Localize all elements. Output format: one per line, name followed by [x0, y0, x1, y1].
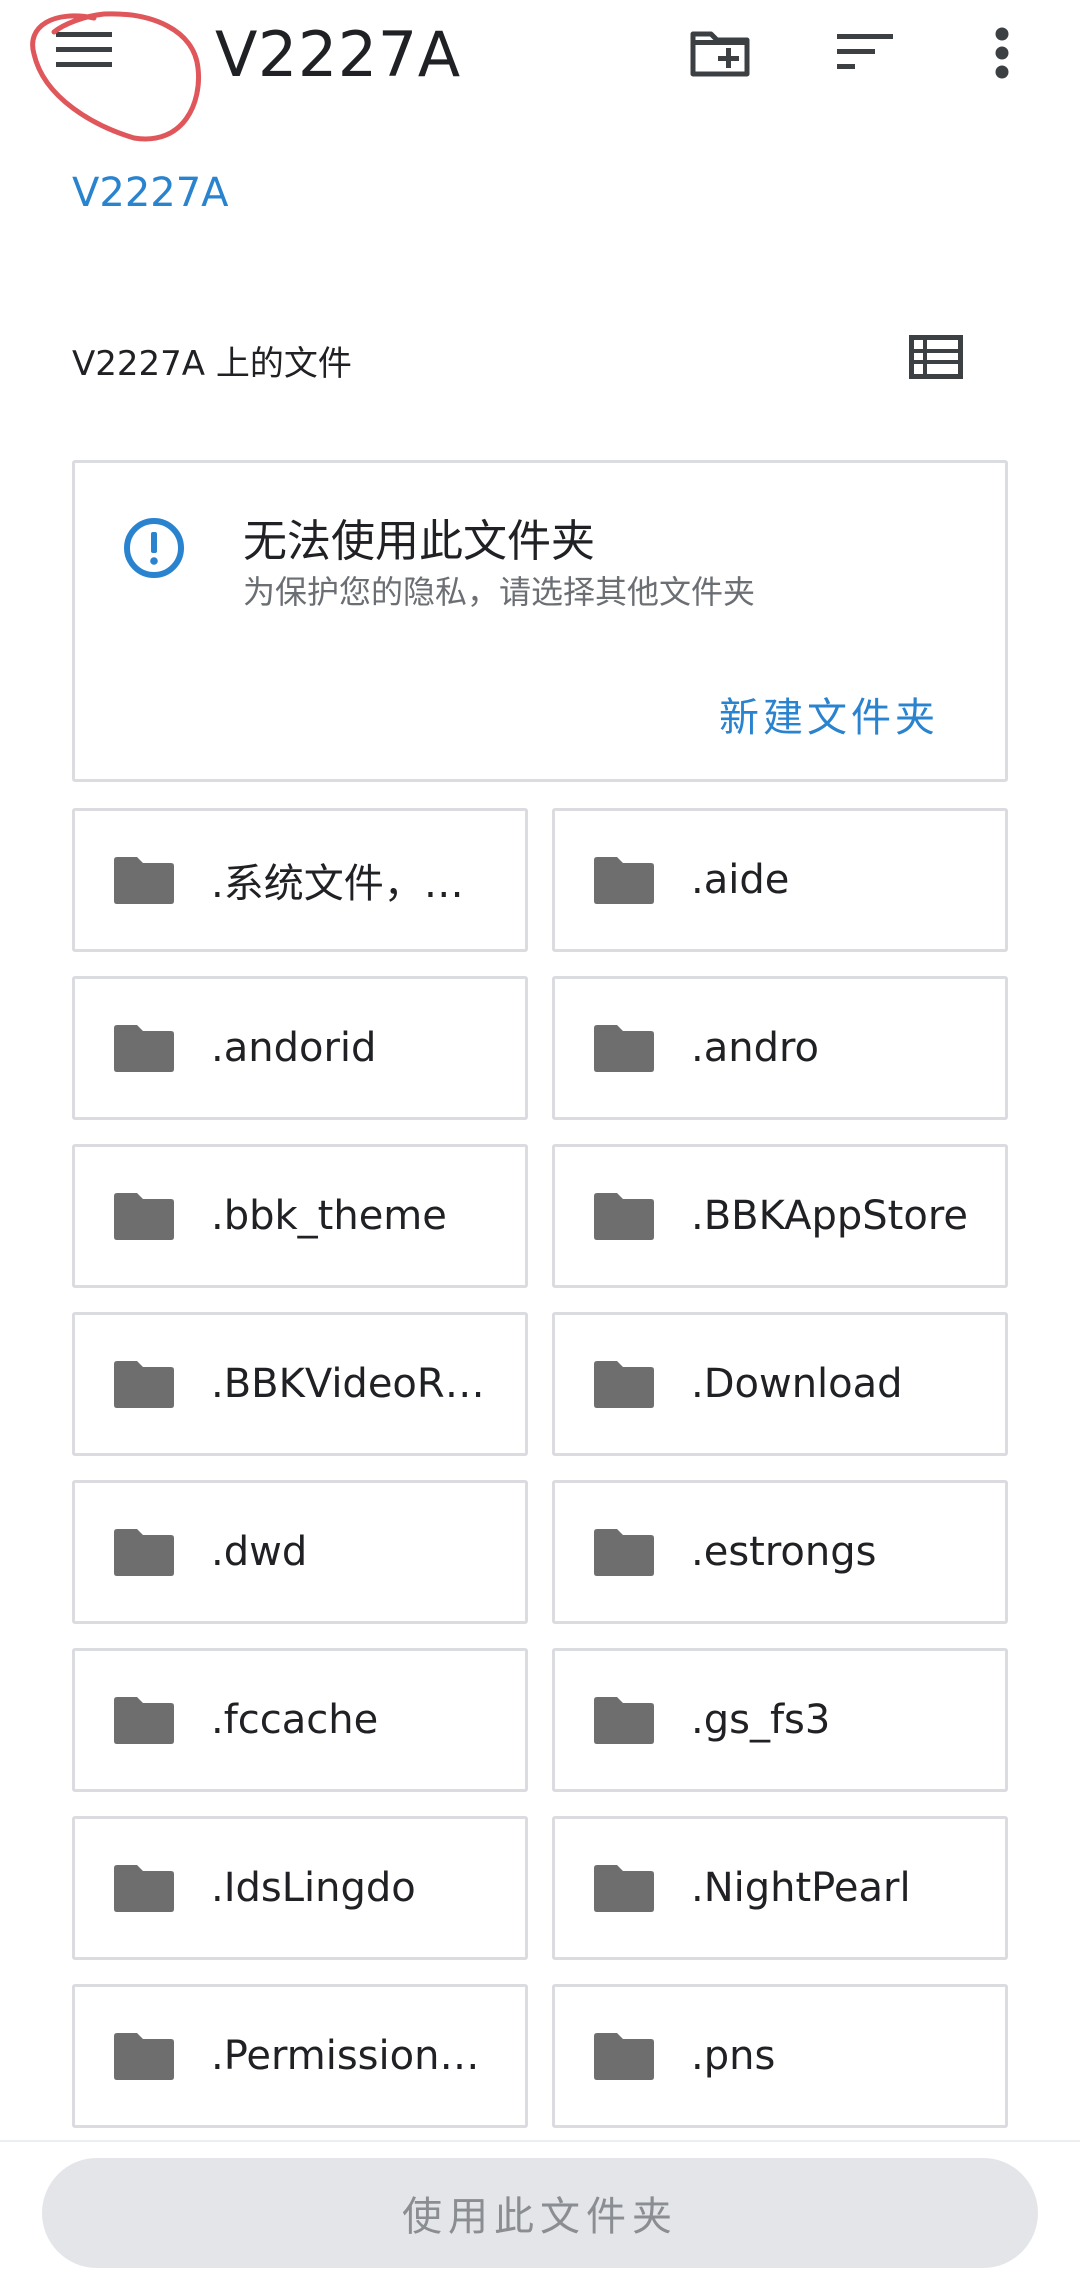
sort-icon: [837, 34, 893, 69]
folder-icon: [114, 1865, 174, 1912]
folder-item[interactable]: .andorid: [72, 976, 528, 1120]
folder-item[interactable]: .bbk_theme: [72, 1144, 528, 1288]
list-view-icon: [909, 335, 963, 379]
folder-icon: [594, 2033, 654, 2080]
folder-name: .estrongs: [691, 1529, 877, 1575]
more-options-button[interactable]: [972, 18, 1032, 88]
folder-name: .IdsLingdo: [211, 1865, 416, 1911]
folder-icon: [114, 1025, 174, 1072]
folder-name: .BBKVideoR…: [211, 1361, 485, 1407]
page-title: V2227A: [215, 18, 461, 91]
folder-name: .dwd: [211, 1529, 308, 1575]
folder-name: .NightPearl: [691, 1865, 911, 1911]
notice-title: 无法使用此文件夹: [243, 516, 595, 567]
folder-item[interactable]: .BBKAppStore: [552, 1144, 1008, 1288]
folder-item[interactable]: .estrongs: [552, 1480, 1008, 1624]
folder-name: .BBKAppStore: [691, 1193, 968, 1239]
folder-item[interactable]: .Permission…: [72, 1984, 528, 2128]
folder-name: .aide: [691, 857, 790, 903]
folder-item[interactable]: .Download: [552, 1312, 1008, 1456]
folder-icon: [114, 1697, 174, 1744]
folder-icon: [594, 1529, 654, 1576]
new-folder-link[interactable]: 新建文件夹: [719, 685, 939, 743]
folder-icon: [594, 1361, 654, 1408]
folder-item[interactable]: .dwd: [72, 1480, 528, 1624]
new-folder-button[interactable]: [680, 18, 760, 88]
folder-item[interactable]: .NightPearl: [552, 1816, 1008, 1960]
folder-name: .Permission…: [211, 2033, 480, 2079]
folder-icon: [594, 857, 654, 904]
folder-item[interactable]: .pns: [552, 1984, 1008, 2128]
info-icon: [124, 518, 184, 578]
folder-name: .bbk_theme: [211, 1193, 447, 1239]
folder-icon: [114, 1193, 174, 1240]
notice-subtitle: 为保护您的隐私，请选择其他文件夹: [243, 573, 756, 611]
folder-item[interactable]: .gs_fs3: [552, 1648, 1008, 1792]
folder-icon: [594, 1865, 654, 1912]
notice-card: 无法使用此文件夹 为保护您的隐私，请选择其他文件夹 新建文件夹: [72, 460, 1008, 782]
files-heading: V2227A 上的文件: [72, 344, 352, 384]
folder-name: .pns: [691, 2033, 776, 2079]
folder-item[interactable]: .IdsLingdo: [72, 1816, 528, 1960]
use-this-folder-button[interactable]: 使用此文件夹: [42, 2158, 1038, 2268]
folder-item[interactable]: .系统文件，…: [72, 808, 528, 952]
view-toggle-button[interactable]: [896, 322, 976, 392]
folder-item[interactable]: .aide: [552, 808, 1008, 952]
folder-item[interactable]: .fccache: [72, 1648, 528, 1792]
menu-button[interactable]: [44, 20, 124, 80]
more-vert-icon: [995, 27, 1009, 79]
folder-icon: [114, 1529, 174, 1576]
folder-icon: [114, 1361, 174, 1408]
folder-item[interactable]: .BBKVideoR…: [72, 1312, 528, 1456]
folder-name: .andro: [691, 1025, 820, 1071]
create-new-folder-icon: [690, 31, 750, 77]
sort-button[interactable]: [826, 22, 906, 82]
folder-icon: [594, 1025, 654, 1072]
folder-name: .系统文件，…: [211, 861, 464, 907]
folder-icon: [114, 2033, 174, 2080]
breadcrumb[interactable]: V2227A: [72, 170, 229, 216]
folder-name: .Download: [691, 1361, 903, 1407]
folder-icon: [114, 857, 174, 904]
folder-icon: [594, 1193, 654, 1240]
folder-name: .gs_fs3: [691, 1697, 831, 1743]
folder-item[interactable]: .andro: [552, 976, 1008, 1120]
folder-name: .andorid: [211, 1025, 377, 1071]
menu-icon: [56, 32, 112, 67]
folder-icon: [594, 1697, 654, 1744]
folder-name: .fccache: [211, 1697, 379, 1743]
